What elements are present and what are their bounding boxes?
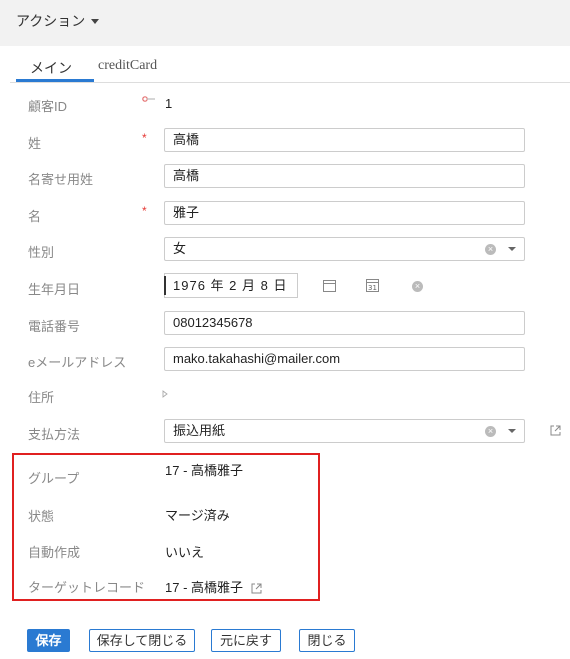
first-name-label: 名 — [28, 209, 42, 224]
customer-id-value: 1 — [165, 96, 173, 111]
caret-down-icon — [91, 18, 100, 24]
auto-created-label: 自動作成 — [28, 545, 81, 560]
external-link-icon[interactable] — [550, 425, 561, 436]
group-value: 17 - 高橋雅子 — [165, 463, 244, 478]
today-calendar-icon[interactable]: 31 — [366, 279, 379, 292]
payment-select[interactable]: 振込用紙 × — [164, 419, 525, 443]
clear-date-icon[interactable]: × — [412, 281, 423, 292]
save-button[interactable]: 保存 — [27, 629, 70, 652]
chevron-down-icon[interactable] — [508, 247, 516, 251]
phone-label: 電話番号 — [28, 319, 81, 334]
tab-bar: メイン creditCard — [10, 46, 570, 83]
address-label: 住所 — [28, 390, 55, 405]
status-label: 状態 — [28, 509, 55, 524]
auto-created-value: いいえ — [165, 545, 205, 560]
action-menu[interactable]: アクション — [16, 11, 100, 31]
payment-value: 振込用紙 — [173, 423, 226, 438]
birthdate-field[interactable]: 1976 年 2 月 8 日 — [164, 273, 298, 298]
target-record-value: 17 - 高橋雅子 — [165, 580, 244, 595]
tab-main[interactable]: メイン — [30, 58, 72, 78]
target-record-link[interactable]: 17 - 高橋雅子 — [165, 577, 262, 596]
required-marker: * — [142, 131, 147, 145]
last-name-label: 姓 — [28, 136, 42, 151]
customer-id-label: 顧客ID — [28, 99, 68, 114]
first-name-field[interactable]: 雅子 — [164, 201, 525, 225]
external-link-icon[interactable] — [251, 583, 262, 594]
status-value: マージ済み — [165, 508, 230, 523]
clear-icon[interactable]: × — [485, 425, 496, 437]
birthdate-label: 生年月日 — [28, 282, 81, 297]
calendar-icon[interactable] — [323, 280, 336, 292]
gender-select[interactable]: 女 × — [164, 237, 525, 261]
last-name-sort-field[interactable]: 高橋 — [164, 164, 525, 188]
group-label: グループ — [28, 471, 80, 486]
text-cursor — [164, 276, 166, 295]
target-record-label: ターゲットレコード — [28, 580, 146, 595]
gender-label: 性別 — [28, 245, 55, 260]
phone-field[interactable]: 08012345678 — [164, 311, 525, 335]
last-name-sort-label: 名寄せ用姓 — [28, 172, 94, 187]
key-icon — [142, 96, 155, 102]
expand-arrow-icon[interactable] — [162, 390, 168, 398]
svg-text:31: 31 — [368, 284, 377, 292]
payment-label: 支払方法 — [28, 427, 81, 442]
clear-icon[interactable]: × — [485, 243, 496, 255]
action-menu-label: アクション — [16, 13, 86, 29]
revert-button[interactable]: 元に戻す — [211, 629, 281, 652]
last-name-field[interactable]: 高橋 — [164, 128, 525, 152]
action-bar: アクション — [0, 0, 570, 46]
save-close-button[interactable]: 保存して閉じる — [89, 629, 195, 652]
close-button[interactable]: 閉じる — [299, 629, 355, 652]
gender-value: 女 — [173, 241, 187, 256]
active-tab-indicator — [16, 79, 94, 82]
chevron-down-icon[interactable] — [508, 429, 516, 433]
required-marker: * — [142, 204, 147, 218]
tab-creditcard[interactable]: creditCard — [98, 58, 157, 74]
email-field[interactable]: mako.takahashi@mailer.com — [164, 347, 525, 371]
email-label: eメールアドレス — [28, 355, 127, 370]
